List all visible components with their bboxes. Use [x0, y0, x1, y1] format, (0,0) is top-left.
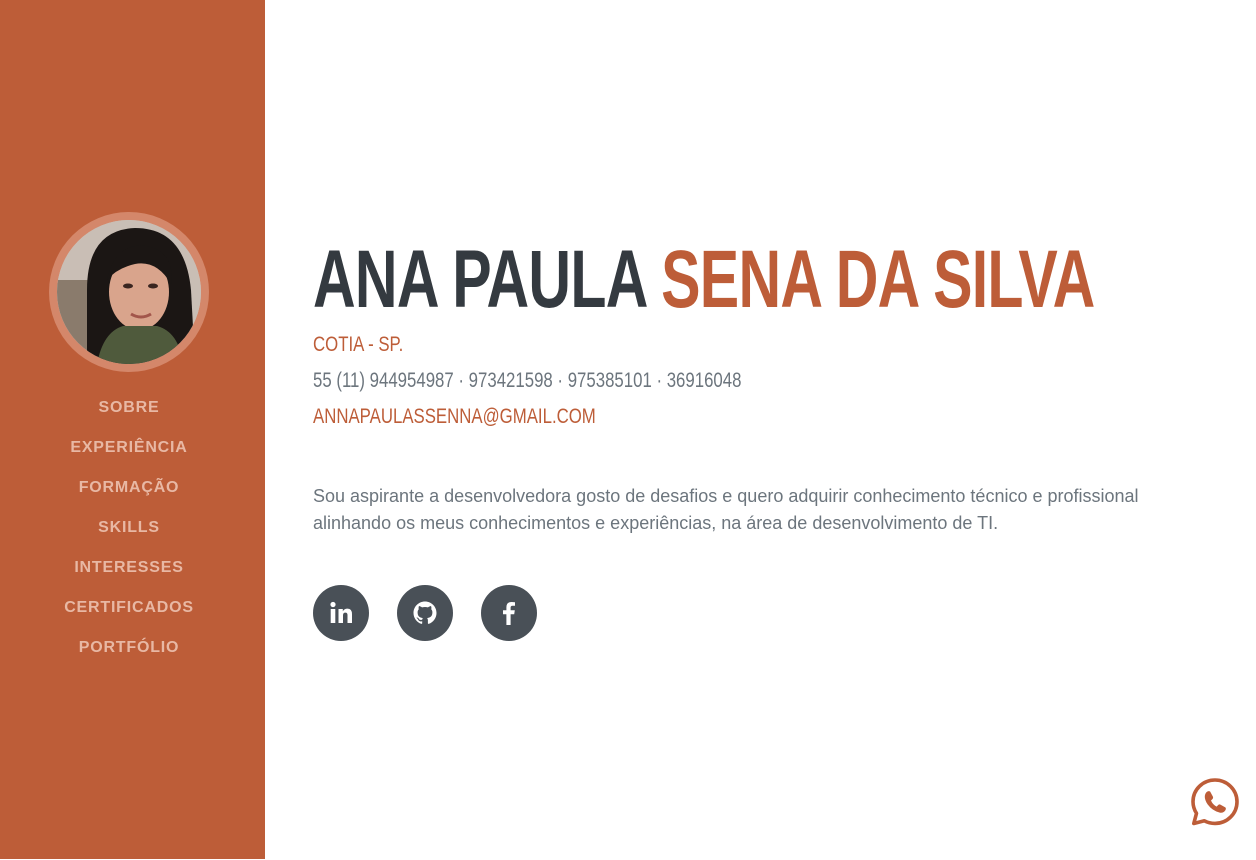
- nav-link-portfolio[interactable]: PORTFÓLIO: [79, 639, 180, 657]
- nav-item-portfolio: PORTFÓLIO: [0, 628, 258, 668]
- social-links: [313, 585, 537, 641]
- facebook-button[interactable]: [481, 585, 537, 641]
- phones-text: 55 (11) 944954987 · 973421598 · 97538510…: [313, 369, 742, 392]
- nav-item-certificados: CERTIFICADOS: [0, 588, 258, 628]
- github-icon: [413, 601, 437, 624]
- whatsapp-icon: [1191, 778, 1239, 826]
- linkedin-button[interactable]: [313, 585, 369, 641]
- profile-photo: [57, 220, 201, 364]
- linkedin-icon: [330, 601, 352, 623]
- nav-link-experiencia[interactable]: EXPERIÊNCIA: [70, 439, 187, 457]
- nav-link-certificados[interactable]: CERTIFICADOS: [64, 599, 194, 617]
- avatar: [49, 212, 209, 372]
- bio-text: Sou aspirante a desenvolvedora gosto de …: [313, 486, 1139, 533]
- first-name: ANA PAULA: [313, 234, 646, 325]
- nav-item-experiencia: EXPERIÊNCIA: [0, 428, 258, 468]
- email-link[interactable]: ANNAPAULASSENNA@GMAIL.COM: [313, 404, 596, 430]
- page-title: ANA PAULA SENA DA SILVA: [313, 232, 1095, 328]
- nav-item-sobre: SOBRE: [0, 388, 258, 428]
- facebook-icon: [503, 602, 515, 625]
- nav-link-sobre[interactable]: SOBRE: [99, 399, 160, 417]
- nav-item-formacao: FORMAÇÃO: [0, 468, 258, 508]
- last-name: SENA DA SILVA: [661, 234, 1095, 325]
- nav-link-formacao[interactable]: FORMAÇÃO: [79, 479, 180, 497]
- nav-item-skills: SKILLS: [0, 508, 258, 548]
- sidebar: SOBRE EXPERIÊNCIA FORMAÇÃO SKILLS INTERE…: [0, 0, 265, 859]
- github-button[interactable]: [397, 585, 453, 641]
- nav-link-skills[interactable]: SKILLS: [98, 519, 160, 537]
- nav-link-interesses[interactable]: INTERESSES: [74, 559, 183, 577]
- whatsapp-button[interactable]: [1188, 775, 1242, 829]
- city-text: COTIA - SP.: [313, 333, 404, 356]
- nav-menu: SOBRE EXPERIÊNCIA FORMAÇÃO SKILLS INTERE…: [0, 388, 258, 668]
- nav-item-interesses: INTERESSES: [0, 548, 258, 588]
